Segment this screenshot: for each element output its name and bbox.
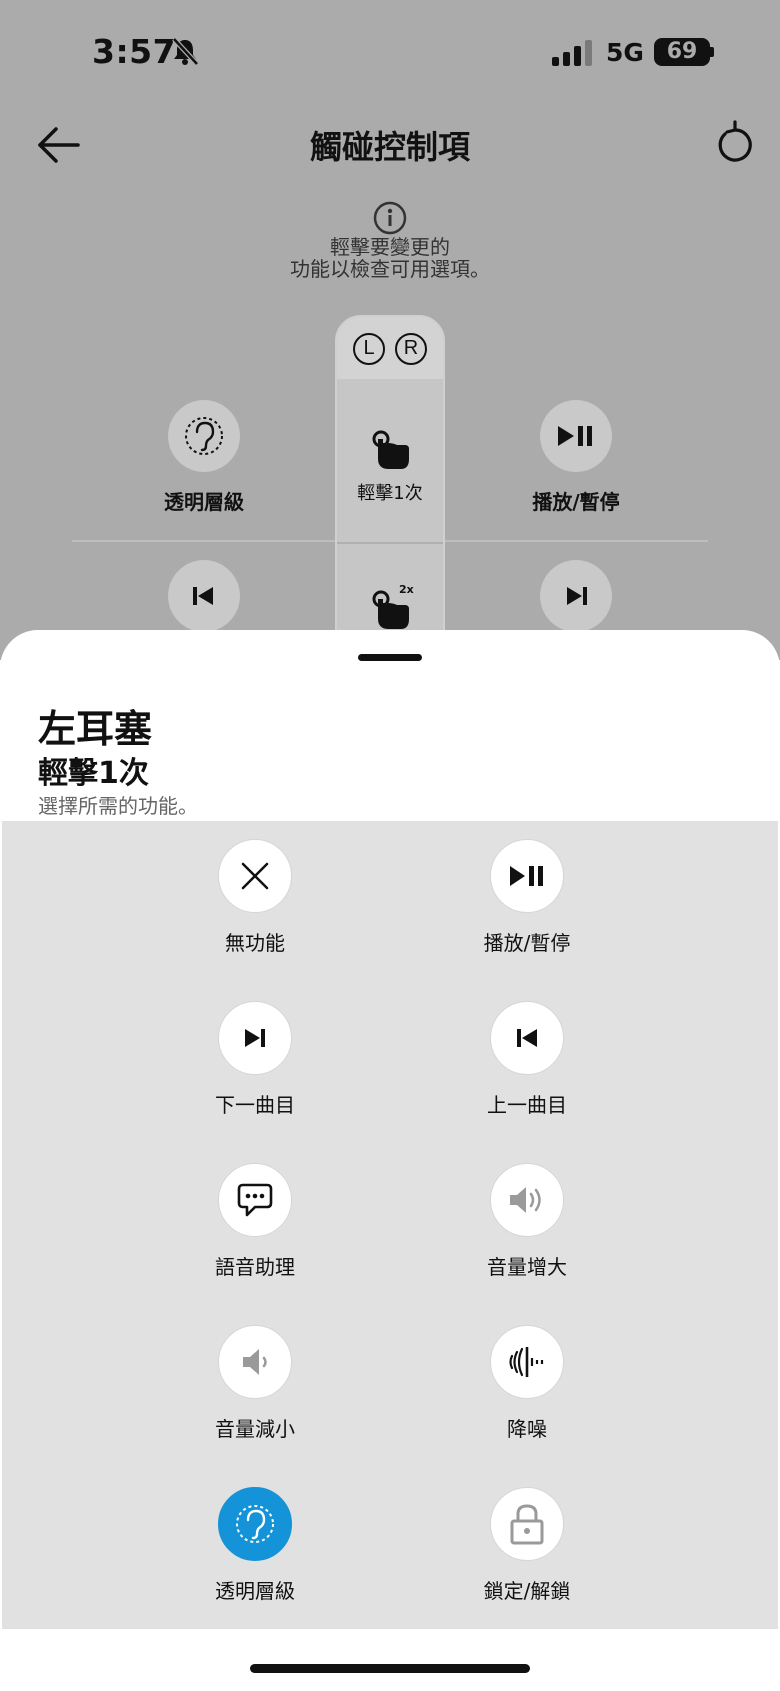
home-indicator[interactable] [250, 1664, 530, 1673]
bell-muted-icon [170, 37, 200, 69]
gesture-label-tap-once: 輕擊1次 [357, 483, 423, 504]
bg-action-tap-right[interactable]: 播放/暫停 [496, 400, 656, 515]
option-circle [490, 1325, 564, 1399]
gesture-divider [337, 542, 443, 544]
tap-hand-icon [367, 429, 413, 475]
right-earbud-badge: R [395, 333, 427, 365]
option-circle [218, 1001, 292, 1075]
bg-action-circle [540, 400, 612, 472]
bg-action-circle [168, 400, 240, 472]
cellular-signal-icon [552, 40, 594, 70]
battery-level: 69 [654, 38, 710, 66]
ear-icon [185, 417, 223, 455]
reset-button[interactable] [710, 120, 760, 170]
bg-action-tap-left[interactable]: 透明層級 [124, 400, 284, 515]
chat-bubble-icon [237, 1183, 273, 1217]
sheet-hint: 選擇所需的功能。 [38, 794, 198, 818]
option-label: 鎖定/解鎖 [483, 1579, 571, 1603]
bg-action-circle [540, 560, 612, 632]
option-circle [490, 1487, 564, 1561]
option-lock-unlock[interactable]: 鎖定/解鎖 [432, 1487, 622, 1604]
battery-tip [710, 47, 714, 57]
previous-track-icon [193, 587, 213, 605]
function-picker-sheet: 左耳塞 輕擊1次 選擇所需的功能。 無功能 播放/暫停 下一曲目 上一曲目 語音… [0, 630, 780, 1691]
volume-down-icon [243, 1349, 267, 1375]
double-tap-badge: 2x [399, 583, 414, 596]
sheet-subtitle: 輕擊1次 [38, 756, 149, 791]
next-track-icon [567, 587, 587, 605]
option-circle [218, 1163, 292, 1237]
ear-icon [236, 1505, 274, 1543]
page-title: 觸碰控制項 [309, 128, 470, 166]
volume-up-icon [510, 1187, 541, 1213]
option-label: 語音助理 [215, 1255, 295, 1279]
option-label: 音量增大 [487, 1255, 567, 1279]
info-text: 輕擊要變更的 功能以檢查可用選項。 [290, 235, 490, 281]
option-play-pause[interactable]: 播放/暫停 [432, 839, 622, 956]
option-label: 無功能 [225, 931, 285, 955]
status-time: 3:57 [92, 32, 177, 71]
lock-icon [510, 1504, 544, 1545]
network-type: 5G [606, 38, 644, 67]
sheet-grabber[interactable] [358, 654, 422, 661]
play-pause-icon [558, 426, 592, 446]
next-track-icon [245, 1029, 265, 1047]
option-label: 上一曲目 [487, 1093, 567, 1117]
earbud-gesture-column: L R 輕擊1次 2x [335, 315, 445, 660]
option-label: 播放/暫停 [483, 931, 571, 955]
bg-action-double-tap-right[interactable] [496, 560, 656, 632]
earbud-badges: L R [337, 317, 443, 379]
option-label: 透明層級 [215, 1579, 295, 1603]
option-circle [490, 839, 564, 913]
option-circle [490, 1001, 564, 1075]
option-volume-up[interactable]: 音量增大 [432, 1163, 622, 1280]
option-previous-track[interactable]: 上一曲目 [432, 1001, 622, 1118]
bg-action-label: 播放/暫停 [532, 490, 620, 514]
refresh-icon [718, 120, 752, 162]
option-circle-selected [218, 1487, 292, 1561]
sheet-title: 左耳塞 [38, 707, 153, 751]
options-panel: 無功能 播放/暫停 下一曲目 上一曲目 語音助理 音量增大 音量減小 降噪 透明… [2, 821, 778, 1629]
option-transparency-level[interactable]: 透明層級 [160, 1487, 350, 1604]
option-no-function[interactable]: 無功能 [160, 839, 350, 956]
bg-action-double-tap-left[interactable] [124, 560, 284, 632]
option-label: 音量減小 [215, 1417, 295, 1441]
option-circle [490, 1163, 564, 1237]
left-earbud-badge: L [353, 333, 385, 365]
option-circle [218, 1325, 292, 1399]
play-pause-icon [510, 866, 543, 886]
info-icon [372, 200, 408, 240]
status-bar: 3:57 5G 69 [0, 0, 780, 105]
previous-track-icon [517, 1029, 537, 1047]
option-label: 下一曲目 [215, 1093, 295, 1117]
option-next-track[interactable]: 下一曲目 [160, 1001, 350, 1118]
option-volume-down[interactable]: 音量減小 [160, 1325, 350, 1442]
option-noise-cancelling[interactable]: 降噪 [432, 1325, 622, 1442]
close-icon [241, 862, 269, 890]
bg-action-circle [168, 560, 240, 632]
bg-action-label: 透明層級 [164, 490, 244, 514]
option-circle [218, 839, 292, 913]
option-voice-assistant[interactable]: 語音助理 [160, 1163, 350, 1280]
background-screen: 3:57 5G 69 觸碰控制項 輕擊要變更的 功能以檢查可用選項。 L R 輕… [0, 0, 780, 660]
noise-cancel-icon [509, 1347, 544, 1377]
option-label: 降噪 [507, 1417, 547, 1441]
